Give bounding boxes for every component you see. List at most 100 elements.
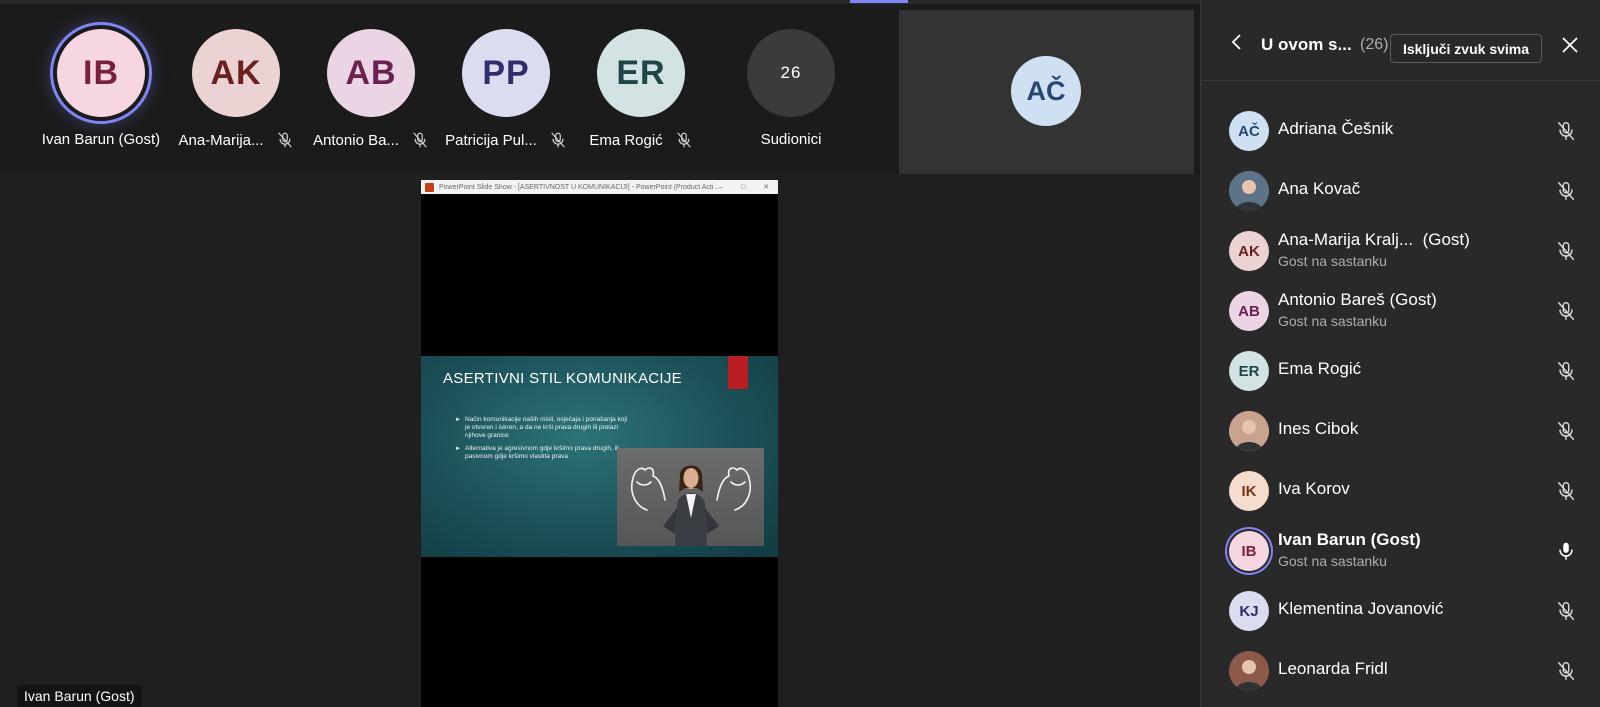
participant-avatar: IB xyxy=(1229,531,1269,571)
mic-off-icon[interactable] xyxy=(1555,120,1577,142)
woman-illustration xyxy=(631,465,751,546)
participant-avatar: ER xyxy=(1229,351,1269,391)
participant-name: Ana Kovač xyxy=(1278,179,1361,198)
participants-panel-header: U ovom s... (26) Isključi zvuk svima xyxy=(1201,0,1600,81)
active-view-indicator xyxy=(850,0,908,3)
shared-content-stage: PowerPoint Slide Show - [ASERTIVNOST U K… xyxy=(0,174,1200,707)
mute-all-button[interactable]: Isključi zvuk svima xyxy=(1390,34,1542,63)
participant-avatar xyxy=(1229,411,1269,451)
slide-red-tab xyxy=(728,356,748,389)
participant-role: Gost na sastanku xyxy=(1278,253,1387,269)
gallery-tile-name: Antonio Ba... xyxy=(313,131,399,149)
gallery-tile-name: Ema Rogić xyxy=(589,131,663,149)
participant-row[interactable]: AK Ana-Marija Kralj... (Gost) Gost na sast… xyxy=(1201,225,1600,281)
participant-row[interactable]: IB Ivan Barun (Gost) Gost na sastanku xyxy=(1201,525,1600,581)
panel-title: U ovom s... xyxy=(1261,35,1352,54)
window-control-buttons: – □ ✕ xyxy=(719,184,778,191)
mic-off-icon[interactable] xyxy=(1555,660,1577,682)
participant-row[interactable]: AB Antonio Bareš (Gost) Gost na sastanku xyxy=(1201,285,1600,341)
slide-bullet: Način komunikacije naših misli, osjećaja… xyxy=(455,416,633,440)
participant-row[interactable]: Ana Kovač xyxy=(1201,165,1600,221)
participant-count: (26) xyxy=(1360,36,1389,53)
powerpoint-icon xyxy=(425,182,434,192)
participants-count-circle[interactable]: 26 xyxy=(747,29,835,117)
mic-off-icon xyxy=(549,131,567,149)
participant-avatar: KJ xyxy=(1229,591,1269,631)
participant-name-row: Leonarda Fridl xyxy=(1278,659,1388,679)
gallery-tile[interactable]: AK Ana-Marija... xyxy=(167,29,305,149)
gallery-tile-name-row: Ema Rogić xyxy=(572,131,710,149)
participants-overflow-tile[interactable]: 26 Sudionici xyxy=(722,29,860,148)
participant-name-row: Klementina Jovanović xyxy=(1278,599,1443,619)
participant-row[interactable]: Leonarda Fridl xyxy=(1201,645,1600,701)
avatar: IB xyxy=(57,29,145,117)
gallery-tile-name-row: Patricija Pul... xyxy=(437,131,575,149)
mic-off-icon[interactable] xyxy=(1555,240,1577,262)
shared-window-titlebar: PowerPoint Slide Show - [ASERTIVNOST U K… xyxy=(421,180,778,194)
gallery-tile[interactable]: ER Ema Rogić xyxy=(572,29,710,149)
participant-avatar: AČ xyxy=(1229,111,1269,151)
large-video-tile[interactable]: AČ xyxy=(899,10,1194,174)
slide-title: ASERTIVNI STIL KOMUNIKACIJE xyxy=(443,370,682,387)
participant-name-row: Ines Cibok xyxy=(1278,419,1358,439)
slide-bullets: Način komunikacije naših misli, osjećaja… xyxy=(455,416,633,466)
participant-role: Gost na sastanku xyxy=(1278,313,1387,329)
participants-overflow-label: Sudionici xyxy=(760,131,822,148)
presentation-slide: ASERTIVNI STIL KOMUNIKACIJE Način komuni… xyxy=(421,356,778,557)
slide-bullet: Alternativa je agresivnom gdje kršimo pr… xyxy=(455,445,633,461)
participant-role: Gost na sastanku xyxy=(1278,553,1387,569)
participants-panel: U ovom s... (26) Isključi zvuk svima AČ A… xyxy=(1200,0,1600,707)
participant-name: Leonarda Fridl xyxy=(1278,659,1388,678)
gallery-tile-name: Ana-Marija... xyxy=(178,131,264,149)
participant-avatar xyxy=(1229,171,1269,211)
mic-off-icon[interactable] xyxy=(1555,300,1577,322)
close-icon[interactable] xyxy=(1560,35,1580,55)
participant-row[interactable]: AČ Adriana Češnik xyxy=(1201,105,1600,161)
participant-name: Adriana Češnik xyxy=(1278,119,1394,138)
gallery-tile-name-row: Ana-Marija... xyxy=(167,131,305,149)
gallery-tile-name: Patricija Pul... xyxy=(445,131,537,149)
mic-off-icon xyxy=(675,131,693,149)
gallery-tile-name: Ivan Barun (Gost) xyxy=(41,131,161,148)
participant-name-row: Ivan Barun (Gost) xyxy=(1278,530,1421,550)
shared-screen[interactable]: PowerPoint Slide Show - [ASERTIVNOST U K… xyxy=(421,180,778,707)
participant-name: Ema Rogić xyxy=(1278,359,1362,378)
mic-off-icon[interactable] xyxy=(1555,600,1577,622)
avatar: AK xyxy=(192,29,280,117)
gallery-tile[interactable]: AB Antonio Ba... xyxy=(302,29,440,149)
mic-off-icon xyxy=(411,131,429,149)
participant-row[interactable]: IK Iva Korov xyxy=(1201,465,1600,521)
profile-photo xyxy=(1229,411,1269,451)
participant-avatar: AK xyxy=(1229,231,1269,271)
mic-on-icon[interactable] xyxy=(1555,540,1577,562)
mic-off-icon xyxy=(276,131,294,149)
gallery-tile-name-row: Antonio Ba... xyxy=(302,131,440,149)
participant-name: Ivan Barun (Gost) xyxy=(1278,530,1421,549)
participant-avatar: IK xyxy=(1229,471,1269,511)
back-arrow-icon[interactable] xyxy=(1229,32,1245,52)
guest-tag: (Gost) xyxy=(1422,230,1470,249)
participant-name-row: Ana Kovač xyxy=(1278,179,1360,199)
gallery-tile[interactable]: IB Ivan Barun (Gost) xyxy=(32,29,170,148)
gallery-tile-name-row: Ivan Barun (Gost) xyxy=(32,131,170,148)
profile-photo xyxy=(1229,651,1269,691)
slide-photo-assertive-woman xyxy=(617,448,764,546)
participant-name-row: Antonio Bareš (Gost) xyxy=(1278,290,1437,310)
participant-row[interactable]: Ines Cibok xyxy=(1201,405,1600,461)
profile-photo xyxy=(1229,171,1269,211)
participant-name-row: Ana-Marija Kralj... (Gost) xyxy=(1278,230,1470,250)
participant-name-row: Ema Rogić xyxy=(1278,359,1361,379)
mic-off-icon[interactable] xyxy=(1555,180,1577,202)
participant-avatar: AB xyxy=(1229,291,1269,331)
gallery-tile[interactable]: PP Patricija Pul... xyxy=(437,29,575,149)
mic-off-icon[interactable] xyxy=(1555,360,1577,382)
mic-off-icon[interactable] xyxy=(1555,420,1577,442)
participant-name: Ines Cibok xyxy=(1278,419,1359,438)
avatar: PP xyxy=(462,29,550,117)
mic-off-icon[interactable] xyxy=(1555,480,1577,502)
participant-row[interactable]: ER Ema Rogić xyxy=(1201,345,1600,401)
participant-name: Klementina Jovanović xyxy=(1278,599,1444,618)
participant-name: Antonio Bareš (Gost) xyxy=(1278,290,1437,309)
participant-row[interactable]: KJ Klementina Jovanović xyxy=(1201,585,1600,641)
participant-name-row: Iva Korov xyxy=(1278,479,1350,499)
